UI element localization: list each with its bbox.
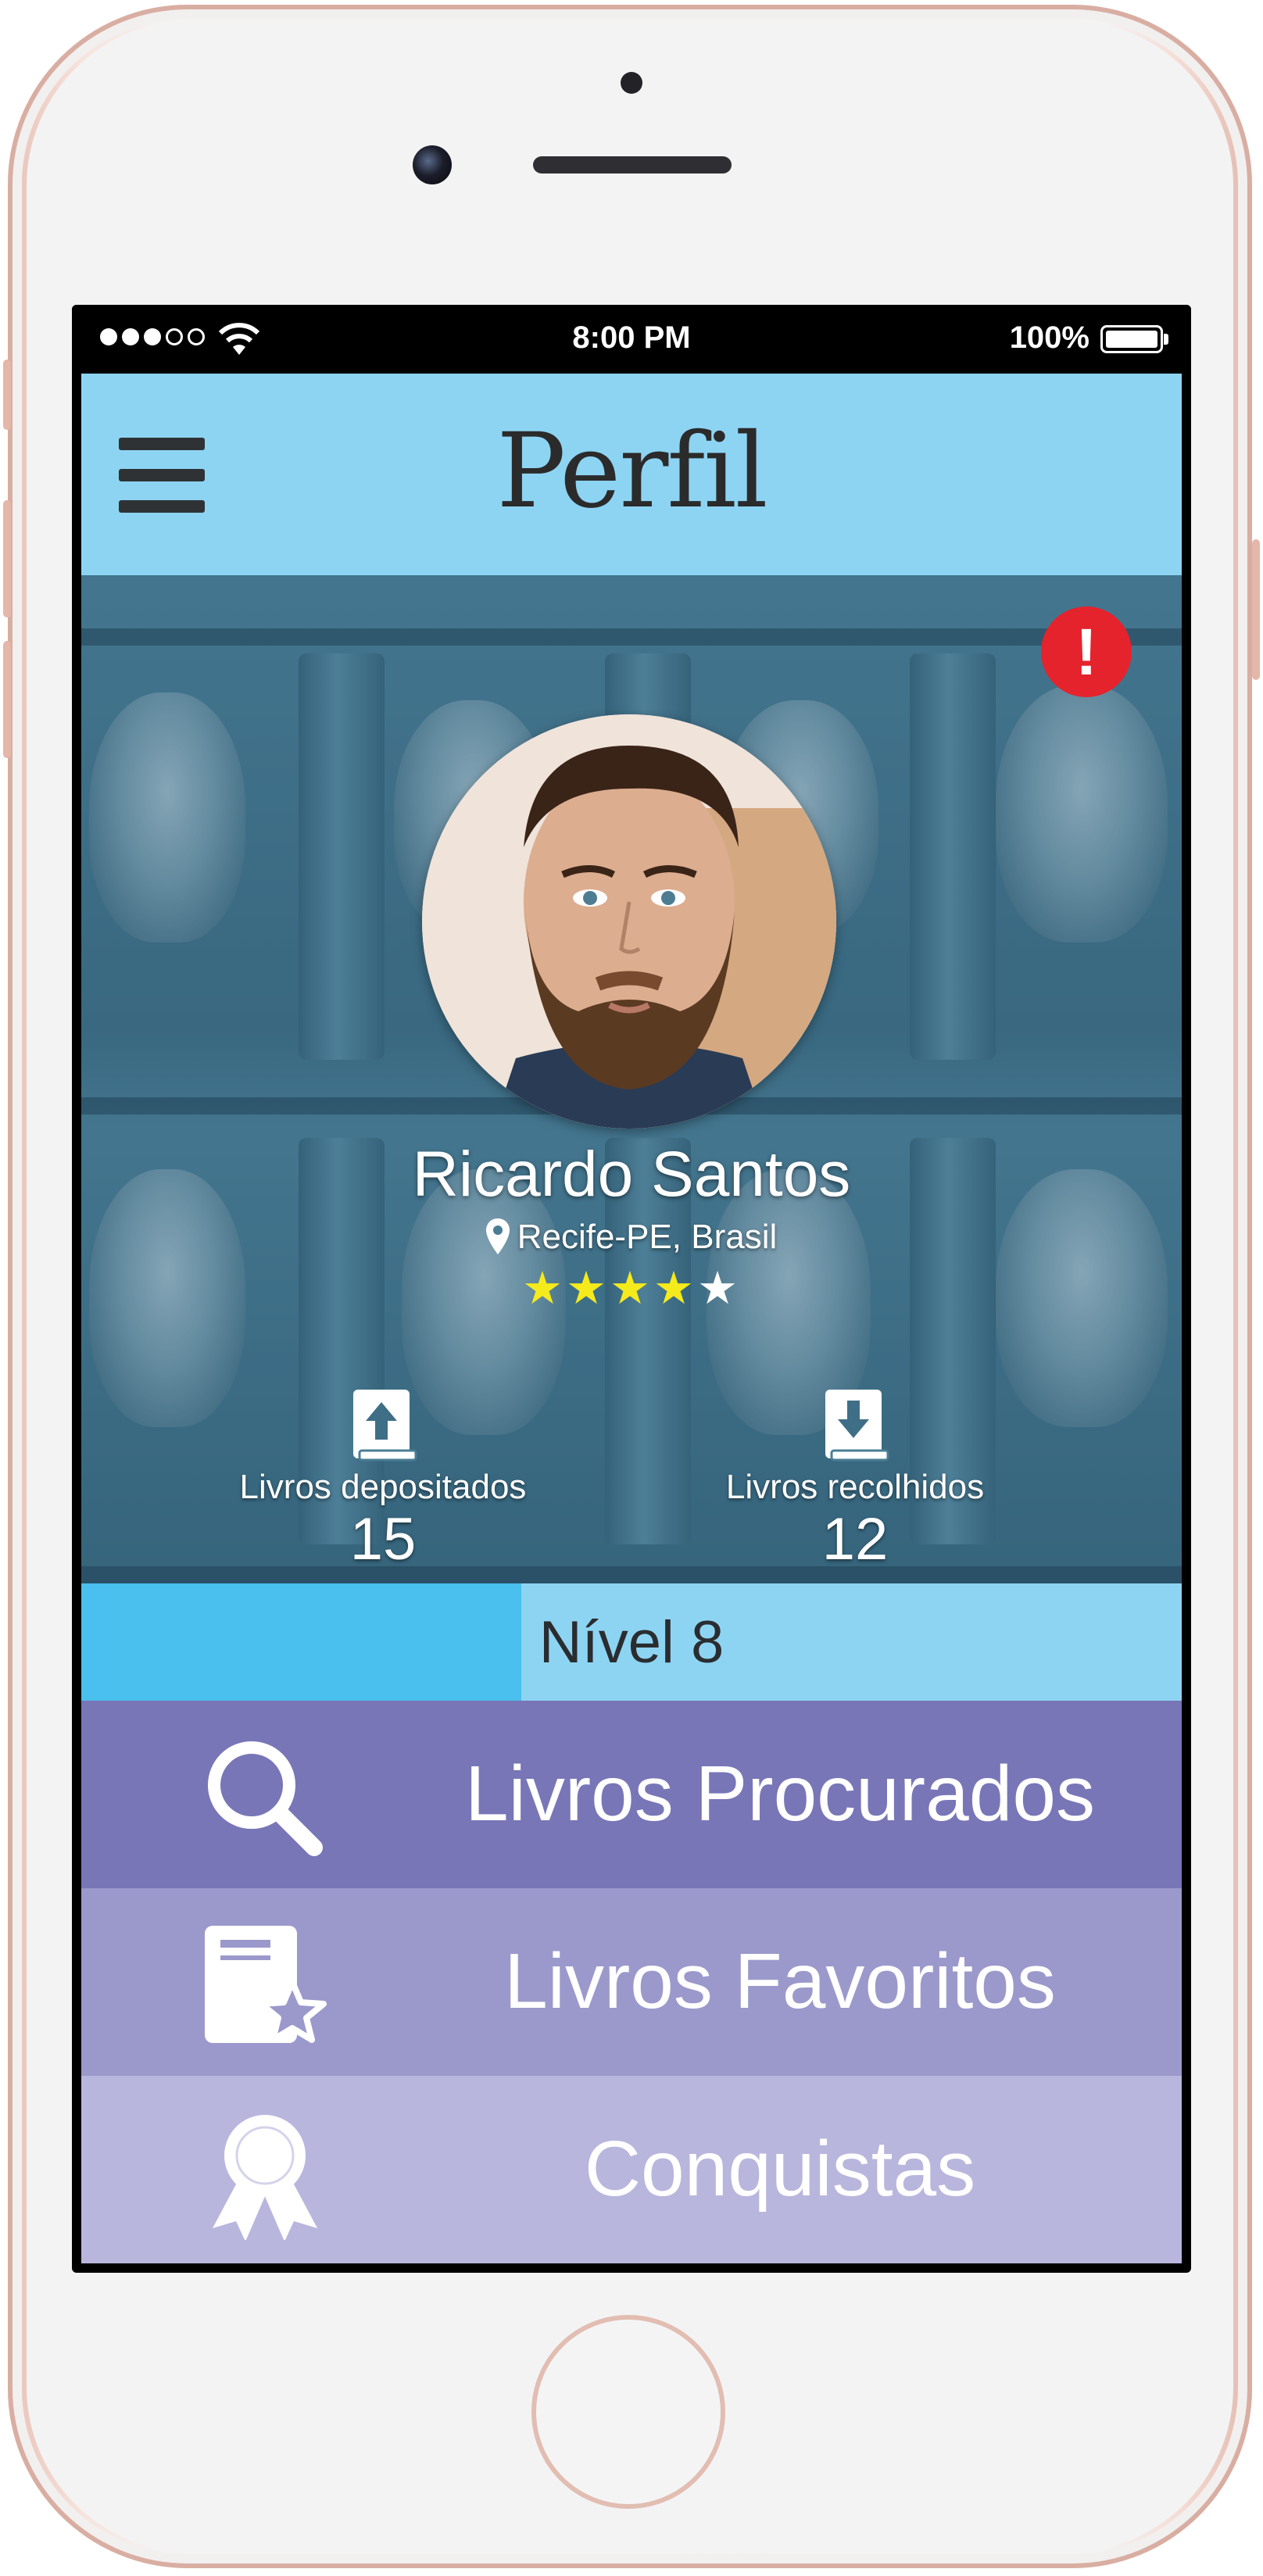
star-filled-icon: ★ [522, 1261, 566, 1315]
menu-item-label: Livros Favoritos [504, 1937, 1056, 2025]
level-progress-bar: Nível 8 [81, 1583, 1182, 1701]
alert-icon[interactable]: ! [1041, 606, 1132, 697]
battery-icon [1100, 325, 1168, 353]
user-name: Ricardo Santos [412, 1139, 851, 1210]
stat-deposited[interactable]: Livros depositados 15 [188, 1385, 578, 1572]
phone-screen: 8:00 PM 100% Perfil ! Ricardo Santos Rec… [72, 305, 1191, 2273]
avatar-photo [422, 714, 836, 1129]
book-download-icon [825, 1390, 889, 1462]
rating-stars: ★★★★★ [81, 1261, 1182, 1315]
status-bar: 8:00 PM 100% [72, 305, 1191, 374]
earpiece-speaker [533, 156, 732, 174]
location-text: Recife-PE, Brasil [517, 1218, 778, 1256]
stat-deposited-label: Livros depositados [239, 1468, 527, 1506]
volume-down-button [3, 641, 11, 758]
home-button[interactable] [531, 2315, 725, 2509]
page-title: Perfil [496, 411, 767, 531]
menu-item-favorite-books[interactable]: Livros Favoritos [81, 1888, 1182, 2076]
menu-item-achievements[interactable]: Conquistas [81, 2076, 1182, 2263]
battery-percent: 100% [1009, 320, 1089, 355]
stat-deposited-value: 15 [349, 1506, 417, 1572]
level-label: Nível 8 [538, 1609, 725, 1676]
menu-item-label: Conquistas [584, 2125, 976, 2213]
stat-collected[interactable]: Livros recolhidos 12 [660, 1385, 1050, 1572]
front-camera [413, 145, 452, 184]
search-icon [208, 1741, 323, 1856]
star-filled-icon: ★ [653, 1261, 697, 1315]
front-sensor [621, 72, 642, 94]
award-ribbon-icon [213, 2115, 317, 2240]
user-location: Recife-PE, Brasil [81, 1218, 1182, 1257]
menu-item-label: Livros Procurados [465, 1750, 1095, 1837]
app-content: Perfil ! Ricardo Santos Recife-PE, Brasi… [81, 374, 1182, 2263]
favorite-book-icon [205, 1926, 327, 2043]
avatar[interactable] [422, 714, 836, 1129]
menu-item-searched-books[interactable]: Livros Procurados [81, 1701, 1182, 1888]
profile-header: ! Ricardo Santos Recife-PE, Brasil ★★★★★… [81, 575, 1182, 1583]
header-bar: Perfil [81, 374, 1182, 575]
volume-up-button [3, 500, 11, 617]
star-filled-icon: ★ [566, 1261, 610, 1315]
power-button [1252, 539, 1260, 680]
mute-switch [3, 360, 11, 430]
star-empty-icon: ★ [697, 1261, 741, 1315]
star-filled-icon: ★ [610, 1261, 653, 1315]
stat-collected-label: Livros recolhidos [725, 1468, 985, 1506]
book-upload-icon [353, 1390, 417, 1462]
location-pin-icon [485, 1218, 510, 1254]
stat-collected-value: 12 [821, 1506, 889, 1572]
